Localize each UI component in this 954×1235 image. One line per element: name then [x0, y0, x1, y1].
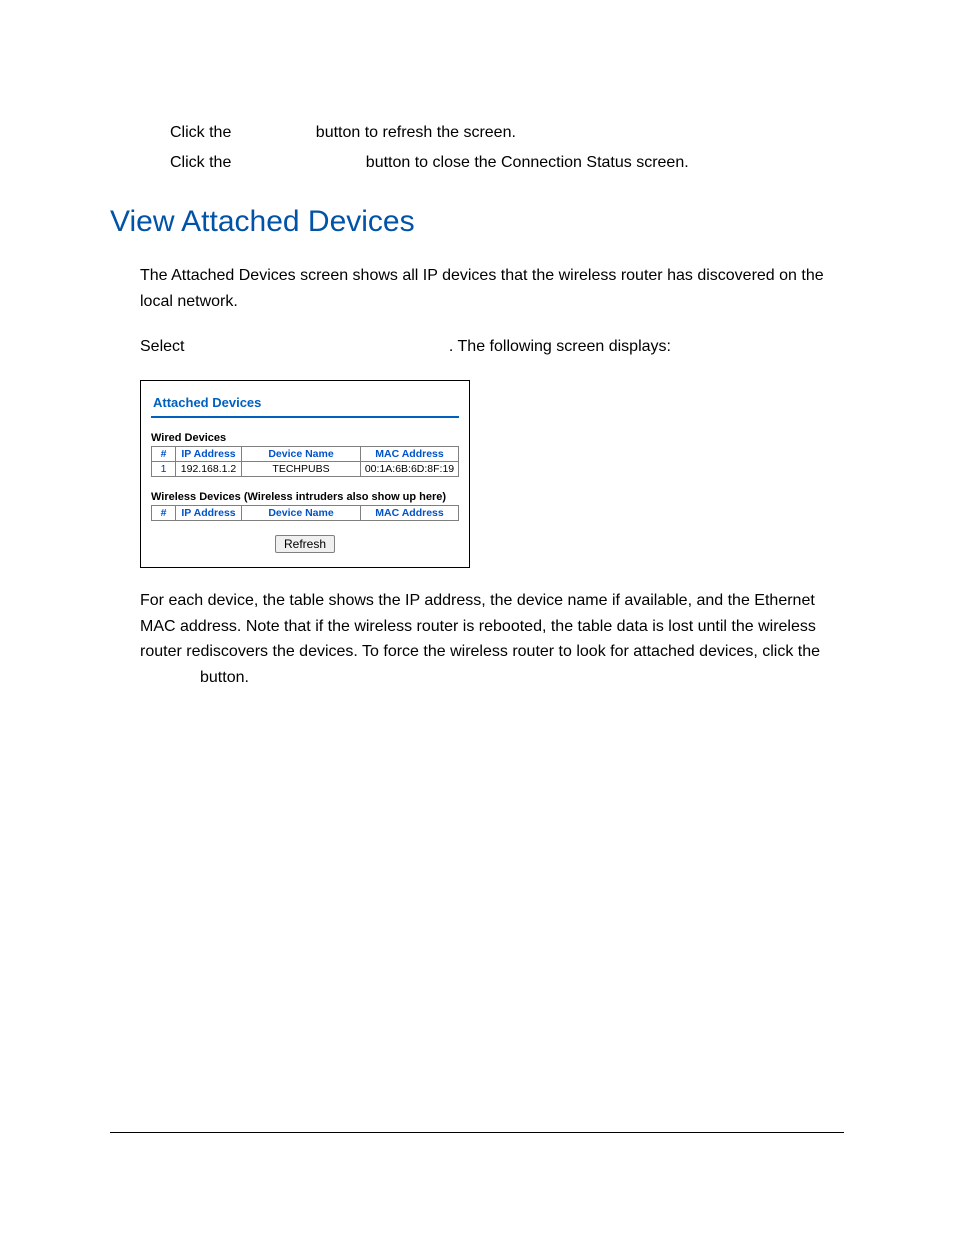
refresh-button[interactable]: Refresh — [275, 535, 335, 553]
col-header-name: Device Name — [242, 446, 361, 461]
cell-ip: 192.168.1.2 — [176, 461, 242, 476]
wireless-devices-label: Wireless Devices (Wireless intruders als… — [151, 491, 459, 503]
panel-title: Attached Devices — [153, 395, 459, 410]
select-line: Select . The following screen displays: — [140, 334, 844, 360]
outro-paragraph: For each device, the table shows the IP … — [140, 588, 844, 690]
wireless-devices-table: # IP Address Device Name MAC Address — [151, 505, 459, 521]
table-row: 1192.168.1.2TECHPUBS00:1A:6B:6D:8F:19 — [152, 461, 459, 476]
text: button to refresh the screen. — [316, 124, 516, 141]
cell-num: 1 — [152, 461, 176, 476]
instruction-line-2: Click the button to close the Connection… — [170, 150, 844, 176]
col-header-num: # — [152, 446, 176, 461]
refresh-row: Refresh — [151, 535, 459, 553]
text: For each device, the table shows the IP … — [140, 592, 820, 660]
instruction-line-1: Click the button to refresh the screen. — [170, 120, 844, 146]
page: Click the button to refresh the screen. … — [0, 0, 954, 1235]
cell-name: TECHPUBS — [242, 461, 361, 476]
intro-paragraph: The Attached Devices screen shows all IP… — [140, 263, 844, 314]
text: Click the — [170, 124, 236, 141]
top-instructions: Click the button to refresh the screen. … — [170, 120, 844, 175]
col-header-mac: MAC Address — [361, 505, 459, 520]
panel-divider — [151, 416, 459, 418]
text: Select — [140, 338, 189, 355]
text: . The following screen displays: — [449, 338, 671, 355]
col-header-ip: IP Address — [176, 446, 242, 461]
wired-devices-label: Wired Devices — [151, 432, 459, 444]
text: Click the — [170, 154, 236, 171]
table-header-row: # IP Address Device Name MAC Address — [152, 505, 459, 520]
section-heading: View Attached Devices — [110, 205, 844, 239]
cell-mac: 00:1A:6B:6D:8F:19 — [361, 461, 459, 476]
text: button. — [200, 669, 249, 686]
table-header-row: # IP Address Device Name MAC Address — [152, 446, 459, 461]
col-header-mac: MAC Address — [361, 446, 459, 461]
col-header-name: Device Name — [242, 505, 361, 520]
text: button to close the Connection Status sc… — [366, 154, 689, 171]
wired-devices-table: # IP Address Device Name MAC Address 119… — [151, 446, 459, 477]
col-header-num: # — [152, 505, 176, 520]
attached-devices-panel: Attached Devices Wired Devices # IP Addr… — [140, 380, 470, 568]
footer-rule — [110, 1132, 844, 1133]
col-header-ip: IP Address — [176, 505, 242, 520]
